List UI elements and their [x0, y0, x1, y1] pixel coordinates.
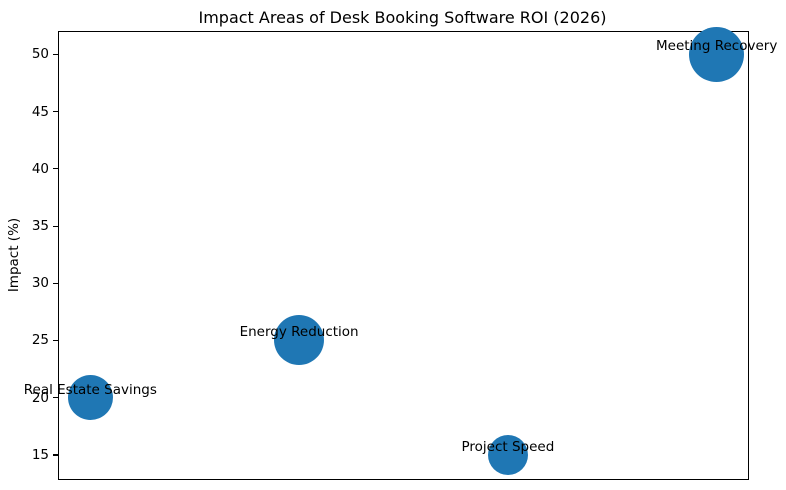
y-tick-mark-50	[53, 53, 58, 55]
bubble-label-project-speed: Project Speed	[461, 438, 555, 455]
y-tick-label-30: 30	[31, 275, 49, 292]
y-tick-mark-30	[53, 282, 58, 284]
y-tick-label-25: 25	[31, 332, 49, 349]
y-axis-label: Impact (%)	[6, 217, 22, 293]
bubble-energy-reduction	[274, 315, 325, 366]
y-tick-mark-45	[53, 111, 58, 113]
y-tick-mark-40	[53, 168, 58, 170]
bubble-label-energy-reduction: Energy Reduction	[239, 324, 359, 341]
chart-figure: Impact Areas of Desk Booking Software RO…	[0, 0, 786, 490]
bubble-label-meeting-recovery: Meeting Recovery	[656, 38, 778, 55]
y-tick-label-50: 50	[31, 46, 49, 63]
plot-area: 50 45 40 35 30 25 20 15 Real Estate Savings Energ…	[24, 26, 777, 480]
y-tick-label-35: 35	[31, 218, 49, 235]
bubble-meeting-recovery	[689, 26, 745, 82]
bubble-label-real-estate-savings: Real Estate Savings	[23, 381, 157, 398]
y-tick-mark-15	[53, 454, 58, 456]
y-tick-label-45: 45	[31, 103, 49, 120]
y-tick-label-40: 40	[31, 160, 49, 177]
y-tick-mark-25	[53, 339, 58, 342]
y-tick-label-15: 15	[31, 446, 49, 463]
y-tick-mark-35	[53, 225, 58, 227]
chart-title: Impact Areas of Desk Booking Software RO…	[198, 8, 607, 27]
